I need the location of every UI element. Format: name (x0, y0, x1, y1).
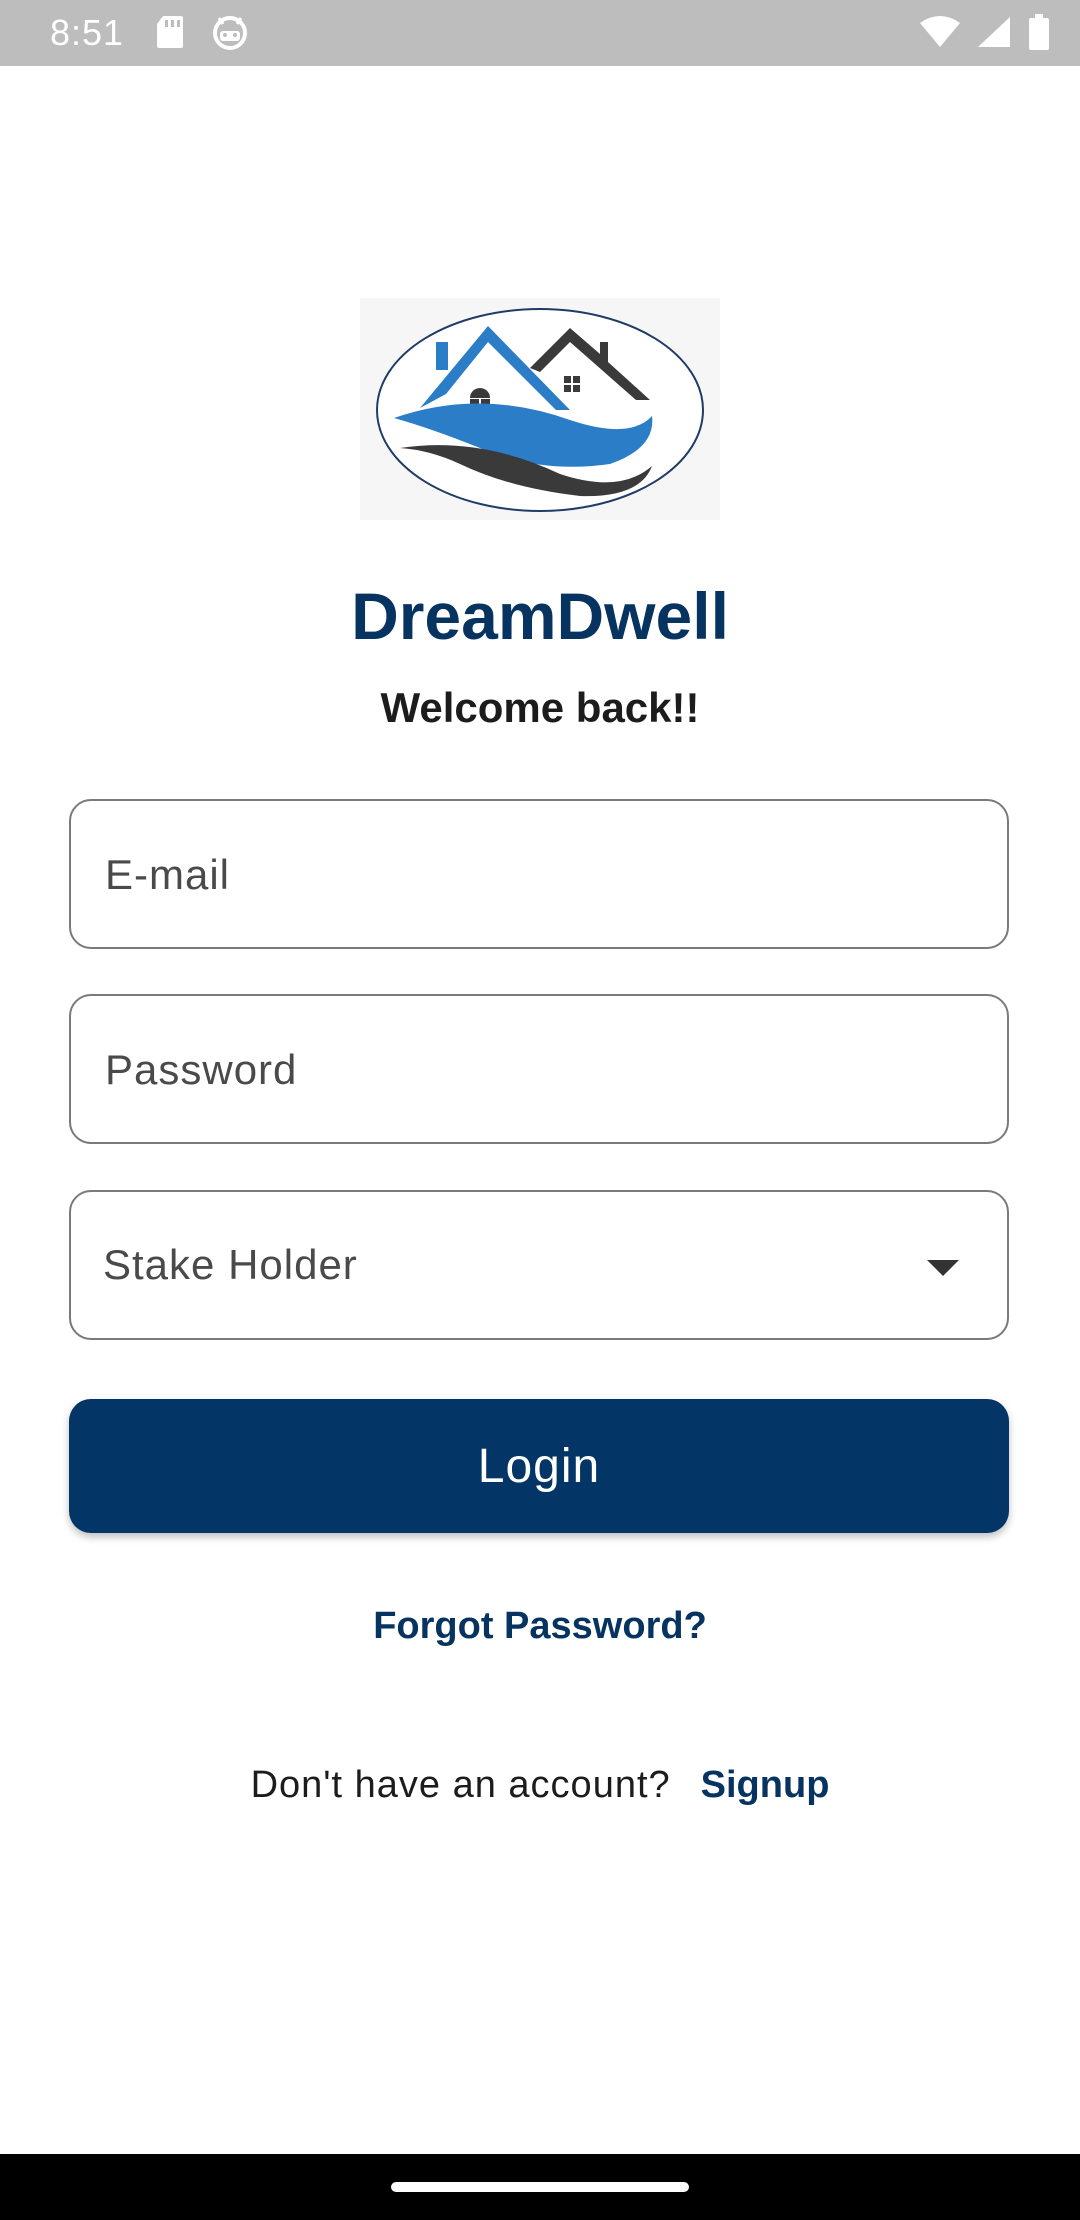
password-field[interactable] (69, 994, 1009, 1144)
battery-icon (1028, 14, 1050, 55)
app-title: DreamDwell (351, 579, 729, 653)
signup-prompt: Don't have an account? (250, 1764, 671, 1806)
status-right-icons (920, 14, 1050, 55)
stakeholder-dropdown[interactable]: Stake Holder (69, 1190, 1009, 1340)
house-logo-icon (360, 298, 720, 520)
password-input[interactable] (103, 996, 967, 1144)
email-field[interactable] (69, 799, 1009, 949)
forgot-password-link[interactable]: Forgot Password? (0, 1605, 1080, 1648)
android-icon (211, 14, 249, 55)
signup-link[interactable]: Signup (701, 1764, 830, 1806)
email-input[interactable] (103, 801, 967, 949)
stakeholder-label: Stake Holder (103, 1241, 358, 1288)
status-bar: 8:51 (0, 0, 1080, 66)
signal-icon (976, 15, 1012, 54)
home-indicator[interactable] (391, 2182, 689, 2192)
sd-card-icon (155, 14, 185, 55)
chevron-down-icon (927, 1260, 959, 1276)
welcome-message: Welcome back!! (380, 684, 700, 731)
status-left-icons (155, 14, 249, 55)
signup-row: Don't have an account? Signup (0, 1764, 1080, 1807)
wifi-icon (920, 15, 960, 54)
login-screen: 8:51 DreamDwell Welcome back!! E-mail St… (0, 0, 1080, 2220)
login-button[interactable]: Login (69, 1399, 1009, 1533)
status-time: 8:51 (50, 12, 125, 53)
